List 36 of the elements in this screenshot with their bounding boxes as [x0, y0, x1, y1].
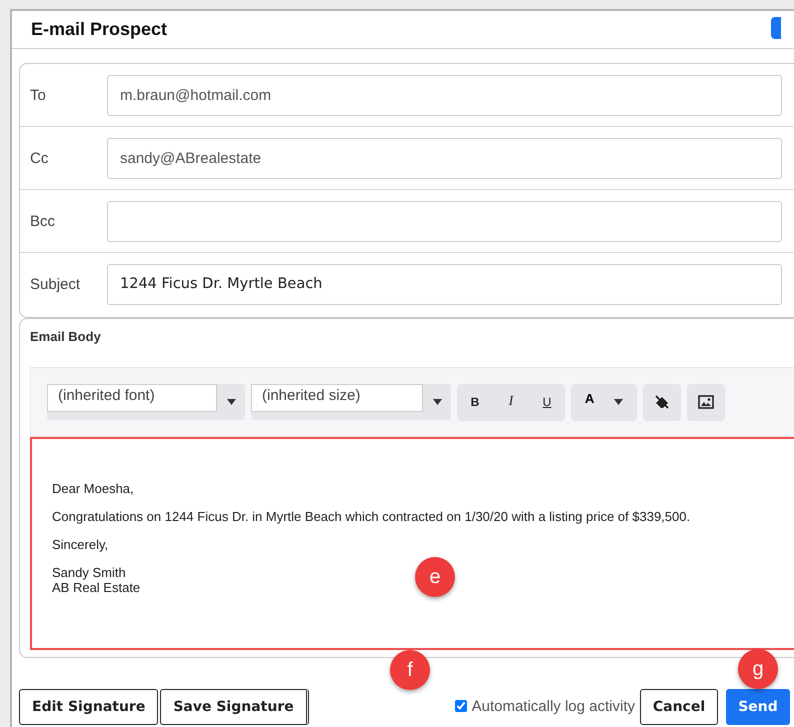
field-label: Subject — [29, 276, 82, 292]
caret-icon — [226, 399, 236, 405]
cancel-button[interactable]: Cancel — [640, 689, 718, 725]
clear-format-button[interactable] — [643, 384, 681, 420]
format-button[interactable]: U — [529, 384, 565, 420]
input-field[interactable]: 1244 Ficus Dr. Myrtle Beach — [107, 264, 782, 304]
dropdown[interactable]: (inherited size) — [251, 384, 451, 420]
callout-marker: g — [738, 649, 778, 689]
callout-marker: e — [415, 557, 455, 597]
caret-icon — [614, 399, 624, 405]
checkbox[interactable] — [454, 700, 467, 712]
dropdown[interactable]: (inherited font) — [47, 384, 245, 420]
insert-image-button[interactable] — [687, 384, 725, 420]
field-label: To — [29, 86, 47, 104]
caret-icon — [432, 399, 442, 405]
body-text: Dear Moesha, — [52, 481, 134, 496]
section-heading: Email Body — [30, 329, 102, 346]
field-label: Cc — [29, 150, 50, 166]
image-icon — [698, 395, 714, 409]
format-button[interactable]: I — [493, 384, 529, 420]
field-label: Bcc — [29, 212, 56, 230]
window-title: E-mail Prospect — [31, 19, 168, 40]
send-button[interactable]: Send — [726, 689, 790, 725]
callout-marker: f — [390, 650, 430, 690]
input-field[interactable] — [107, 200, 782, 242]
text-color-button[interactable]: A — [571, 384, 637, 420]
signature-button[interactable]: Edit Signature — [19, 689, 158, 725]
eraser-icon — [654, 394, 670, 410]
body-text: Sincerely, — [52, 537, 108, 552]
input-field[interactable]: m.braun@hotmail.com — [107, 74, 782, 116]
signature-button[interactable]: Save Signature — [160, 689, 309, 725]
checkbox-label: Automatically log activity — [472, 698, 635, 714]
body-text: Sandy Smith AB Real Estate — [52, 565, 140, 595]
body-text: Congratulations on 1244 Ficus Dr. in Myrtle Beach which contracted on 1/30/20 with a listing price of $339,500. — [52, 509, 690, 524]
input-field[interactable]: sandy@ABrealestate — [107, 138, 782, 178]
format-button[interactable]: B — [457, 384, 493, 420]
